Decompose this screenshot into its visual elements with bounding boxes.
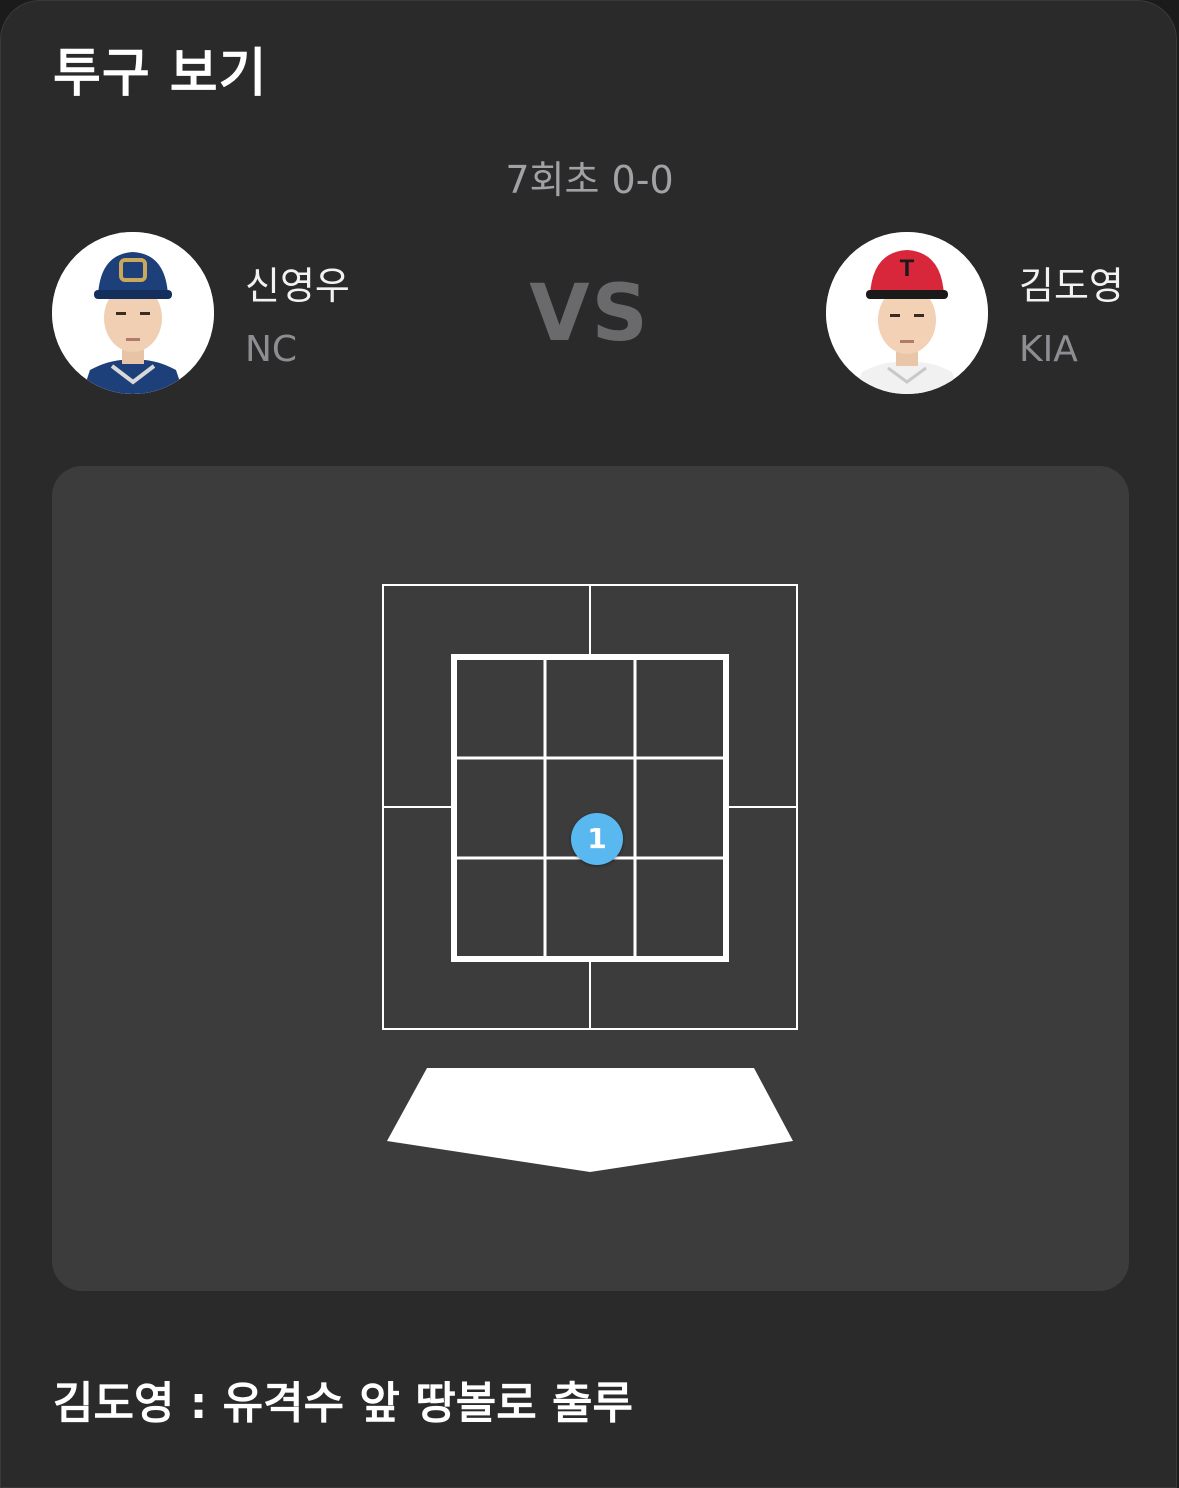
pitch-view-sheet: 투구 보기 7회초 0-0 신영우 NC VS T 김도영 KIA 1 김도영 … [0,0,1177,1488]
play-result-text: 김도영 : 유격수 앞 땅볼로 출루 [53,1378,633,1429]
pitch-marker[interactable]: 1 [571,813,623,865]
home-plate [387,1068,793,1172]
inner-strike-zone [451,654,729,962]
strike-zone-graphic [382,584,798,1172]
